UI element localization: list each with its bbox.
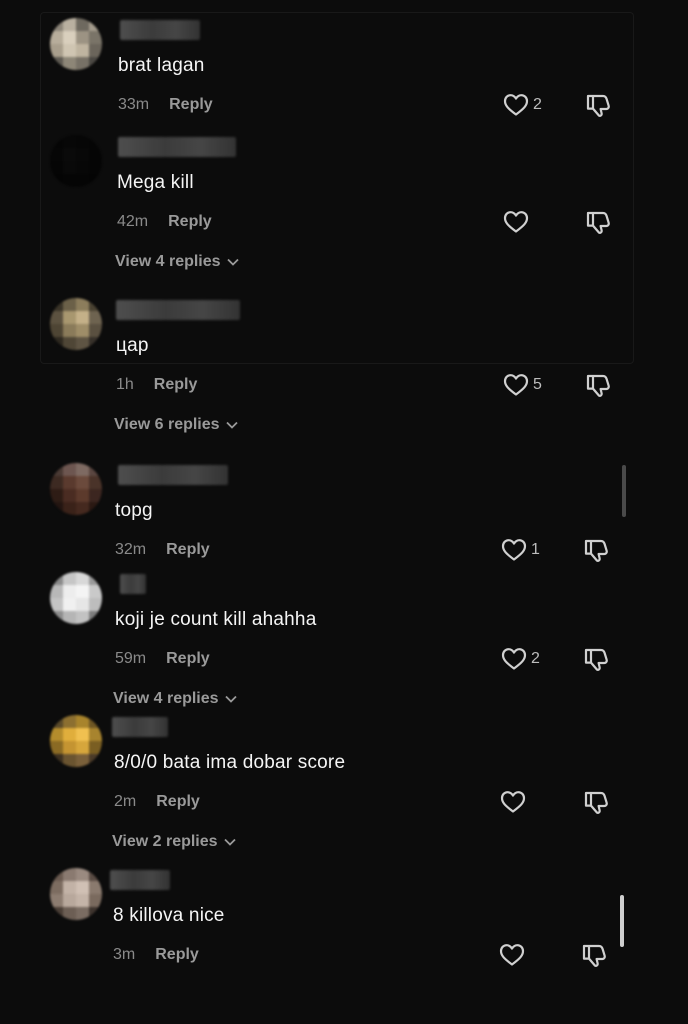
like-count: 2 bbox=[531, 650, 540, 667]
comment-time: 42m bbox=[117, 213, 149, 230]
comment-time: 32m bbox=[115, 541, 147, 558]
comment-meta: 32m Reply bbox=[115, 541, 210, 559]
chevron-down-icon bbox=[225, 416, 238, 434]
thumbs-down-icon bbox=[580, 941, 608, 969]
comment-item: koji je count kill ahahha 59m Reply 2 View 4… bbox=[0, 572, 688, 707]
reply-button[interactable]: Reply bbox=[154, 376, 198, 393]
thumbs-down-icon bbox=[584, 91, 612, 119]
comment-text: koji je count kill ahahha bbox=[115, 609, 317, 630]
comment-meta: 2m Reply bbox=[114, 793, 200, 811]
username-blurred[interactable] bbox=[116, 300, 240, 320]
like-button[interactable]: 2 bbox=[501, 645, 540, 673]
comment-meta: 33m Reply bbox=[118, 96, 213, 114]
comment-time: 33m bbox=[118, 96, 150, 113]
view-replies-label: View 6 replies bbox=[114, 416, 220, 433]
comment-text: цар bbox=[116, 335, 149, 356]
like-button[interactable] bbox=[499, 941, 529, 969]
thumbs-down-icon bbox=[582, 536, 610, 564]
comment-time: 59m bbox=[115, 650, 147, 667]
heart-icon bbox=[503, 210, 529, 234]
reply-button[interactable]: Reply bbox=[168, 213, 212, 230]
username-blurred[interactable] bbox=[118, 465, 228, 485]
heart-icon bbox=[500, 790, 526, 814]
username-blurred[interactable] bbox=[110, 870, 170, 890]
comment-meta: 59m Reply bbox=[115, 650, 210, 668]
thumbs-down-icon bbox=[582, 645, 610, 673]
comment-item: topg 32m Reply 1 bbox=[0, 463, 688, 573]
dislike-button[interactable] bbox=[584, 208, 612, 236]
dislike-button[interactable] bbox=[582, 788, 610, 816]
comment-text: brat lagan bbox=[118, 55, 205, 76]
username-blurred[interactable] bbox=[118, 137, 236, 157]
like-count: 5 bbox=[533, 376, 542, 393]
comment-item: brat lagan 33m Reply 2 bbox=[0, 18, 688, 128]
reply-button[interactable]: Reply bbox=[156, 793, 200, 810]
comment-time: 3m bbox=[113, 946, 136, 963]
comment-meta: 42m Reply bbox=[117, 213, 212, 231]
comment-text: topg bbox=[115, 500, 153, 521]
comment-text: Mega kill bbox=[117, 172, 194, 193]
like-count: 1 bbox=[531, 541, 540, 558]
comment-time: 2m bbox=[114, 793, 137, 810]
chevron-down-icon bbox=[224, 690, 237, 708]
comment-item: цар 1h Reply 5 View 6 replies bbox=[0, 298, 688, 433]
comment-time: 1h bbox=[116, 376, 134, 393]
dislike-button[interactable] bbox=[582, 536, 610, 564]
thumbs-down-icon bbox=[584, 371, 612, 399]
dislike-button[interactable] bbox=[584, 371, 612, 399]
heart-icon bbox=[503, 93, 529, 117]
comment-meta: 1h Reply bbox=[116, 376, 197, 394]
view-replies-button[interactable]: View 2 replies bbox=[112, 833, 236, 851]
dislike-button[interactable] bbox=[584, 91, 612, 119]
avatar[interactable] bbox=[50, 298, 102, 350]
reply-button[interactable]: Reply bbox=[155, 946, 199, 963]
reply-button[interactable]: Reply bbox=[166, 650, 210, 667]
thumbs-down-icon bbox=[582, 788, 610, 816]
like-count: 2 bbox=[533, 96, 542, 113]
username-blurred[interactable] bbox=[120, 574, 146, 594]
heart-icon bbox=[501, 538, 527, 562]
comment-item: 8 killova nice 3m Reply bbox=[0, 868, 688, 978]
heart-icon bbox=[499, 943, 525, 967]
view-replies-label: View 4 replies bbox=[115, 253, 221, 270]
heart-icon bbox=[501, 647, 527, 671]
username-blurred[interactable] bbox=[112, 717, 168, 737]
view-replies-button[interactable]: View 6 replies bbox=[114, 416, 238, 434]
heart-icon bbox=[503, 373, 529, 397]
view-replies-button[interactable]: View 4 replies bbox=[115, 253, 239, 271]
thumbs-down-icon bbox=[584, 208, 612, 236]
chevron-down-icon bbox=[223, 833, 236, 851]
avatar[interactable] bbox=[50, 715, 102, 767]
avatar[interactable] bbox=[50, 868, 102, 920]
username-blurred[interactable] bbox=[120, 20, 200, 40]
comment-text: 8/0/0 bata ima dobar score bbox=[114, 752, 346, 773]
chevron-down-icon bbox=[226, 253, 239, 271]
like-button[interactable]: 2 bbox=[503, 91, 542, 119]
like-button[interactable]: 1 bbox=[501, 536, 540, 564]
like-button[interactable]: 5 bbox=[503, 371, 542, 399]
dislike-button[interactable] bbox=[582, 645, 610, 673]
comment-meta: 3m Reply bbox=[113, 946, 199, 964]
view-replies-button[interactable]: View 4 replies bbox=[113, 690, 237, 708]
reply-button[interactable]: Reply bbox=[169, 96, 213, 113]
like-button[interactable] bbox=[503, 208, 533, 236]
comment-item: 8/0/0 bata ima dobar score 2m Reply View 2 … bbox=[0, 715, 688, 850]
dislike-button[interactable] bbox=[580, 941, 608, 969]
view-replies-label: View 4 replies bbox=[113, 690, 219, 707]
avatar[interactable] bbox=[50, 18, 102, 70]
like-button[interactable] bbox=[500, 788, 530, 816]
avatar[interactable] bbox=[50, 572, 102, 624]
comment-item: Mega kill 42m Reply View 4 replies bbox=[0, 135, 688, 270]
view-replies-label: View 2 replies bbox=[112, 833, 218, 850]
avatar[interactable] bbox=[50, 135, 102, 187]
avatar[interactable] bbox=[50, 463, 102, 515]
comment-text: 8 killova nice bbox=[113, 905, 225, 926]
reply-button[interactable]: Reply bbox=[166, 541, 210, 558]
